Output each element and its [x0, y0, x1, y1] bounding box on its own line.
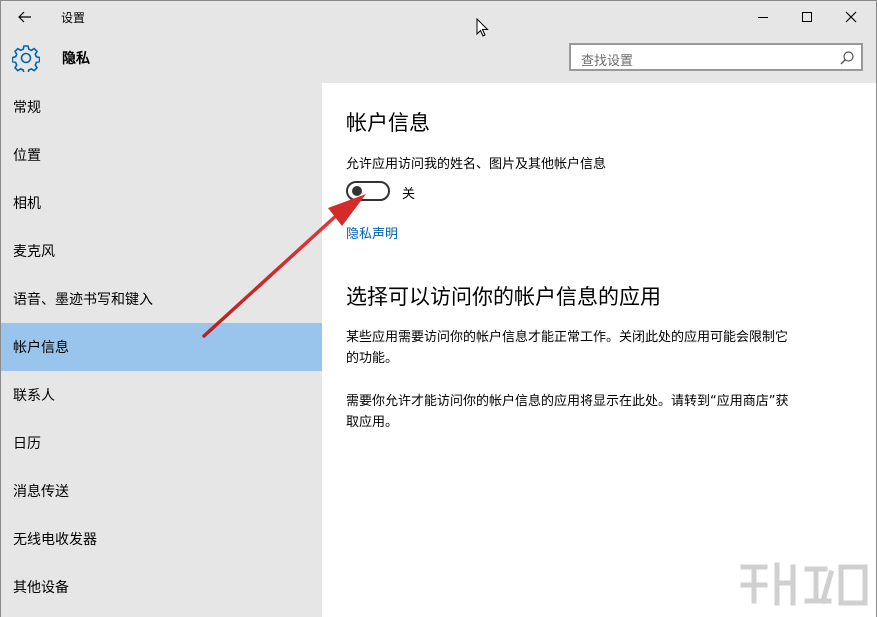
sidebar-item-microphone[interactable]: 麦克风 [1, 227, 322, 275]
watermark-logo-icon [735, 555, 875, 613]
sidebar-item-label: 常规 [13, 97, 41, 117]
sidebar-item-label: 联系人 [13, 385, 55, 405]
apps-info-paragraph: 某些应用需要访问你的帐户信息才能正常工作。关闭此处的应用可能会限制它的功能。 [346, 327, 796, 369]
page-header: 隐私 查找设置 [1, 33, 876, 83]
search-input[interactable]: 查找设置 [569, 43, 863, 71]
privacy-statement-link[interactable]: 隐私声明 [346, 223, 398, 242]
gear-icon [12, 44, 40, 72]
apps-store-paragraph: 需要你允许才能访问你的帐户信息的应用将显示在此处。请转到“应用商店”获取应用。 [346, 391, 796, 433]
sidebar-item-location[interactable]: 位置 [1, 131, 322, 179]
toggle-knob [352, 186, 362, 196]
sidebar-item-general[interactable]: 常规 [1, 83, 322, 131]
sidebar-item-other-devices[interactable]: 其他设备 [1, 563, 322, 611]
sidebar-item-label: 其他设备 [13, 577, 69, 597]
sidebar-item-label: 相机 [13, 193, 41, 213]
sidebar-item-radios[interactable]: 无线电收发器 [1, 515, 322, 563]
title-bar: 设置 [1, 1, 876, 33]
minimize-icon [758, 17, 768, 18]
close-button[interactable] [831, 1, 871, 33]
main-content: 帐户信息 允许应用访问我的姓名、图片及其他帐户信息 关 隐私声明 选择可以访问你… [322, 83, 876, 617]
sidebar-item-account-info[interactable]: 帐户信息 [1, 323, 322, 371]
back-button[interactable] [1, 1, 49, 33]
app-title: 设置 [61, 9, 85, 26]
sidebar-item-label: 日历 [13, 433, 41, 453]
search-icon[interactable] [839, 50, 855, 66]
account-info-toggle[interactable] [346, 181, 390, 201]
sidebar-item-label: 语音、墨迹书写和键入 [13, 289, 153, 309]
mouse-cursor-icon [476, 18, 490, 38]
search-placeholder: 查找设置 [581, 50, 633, 69]
section-heading: 帐户信息 [346, 107, 430, 137]
toggle-state-label: 关 [402, 183, 415, 202]
page-title: 隐私 [62, 48, 90, 68]
sidebar-nav: 常规 位置 相机 麦克风 语音、墨迹书写和键入 帐户信息 联系人 日历 消息传送… [1, 83, 322, 617]
sidebar-item-label: 消息传送 [13, 481, 69, 501]
minimize-button[interactable] [743, 1, 783, 33]
apps-heading: 选择可以访问你的帐户信息的应用 [346, 281, 661, 311]
sidebar-item-label: 无线电收发器 [13, 529, 97, 549]
sidebar-item-label: 帐户信息 [13, 337, 69, 357]
settings-window: 设置 隐私 查找设置 常规 位置 [0, 0, 877, 617]
arrow-left-icon [18, 11, 32, 23]
sidebar-item-label: 位置 [13, 145, 41, 165]
maximize-button[interactable] [787, 1, 827, 33]
sidebar-item-camera[interactable]: 相机 [1, 179, 322, 227]
close-icon [845, 11, 857, 23]
sidebar-item-messaging[interactable]: 消息传送 [1, 467, 322, 515]
sidebar-item-calendar[interactable]: 日历 [1, 419, 322, 467]
maximize-icon [802, 12, 812, 22]
toggle-description: 允许应用访问我的姓名、图片及其他帐户信息 [346, 153, 606, 172]
sidebar-item-contacts[interactable]: 联系人 [1, 371, 322, 419]
sidebar-item-label: 麦克风 [13, 241, 55, 261]
sidebar-item-speech[interactable]: 语音、墨迹书写和键入 [1, 275, 322, 323]
